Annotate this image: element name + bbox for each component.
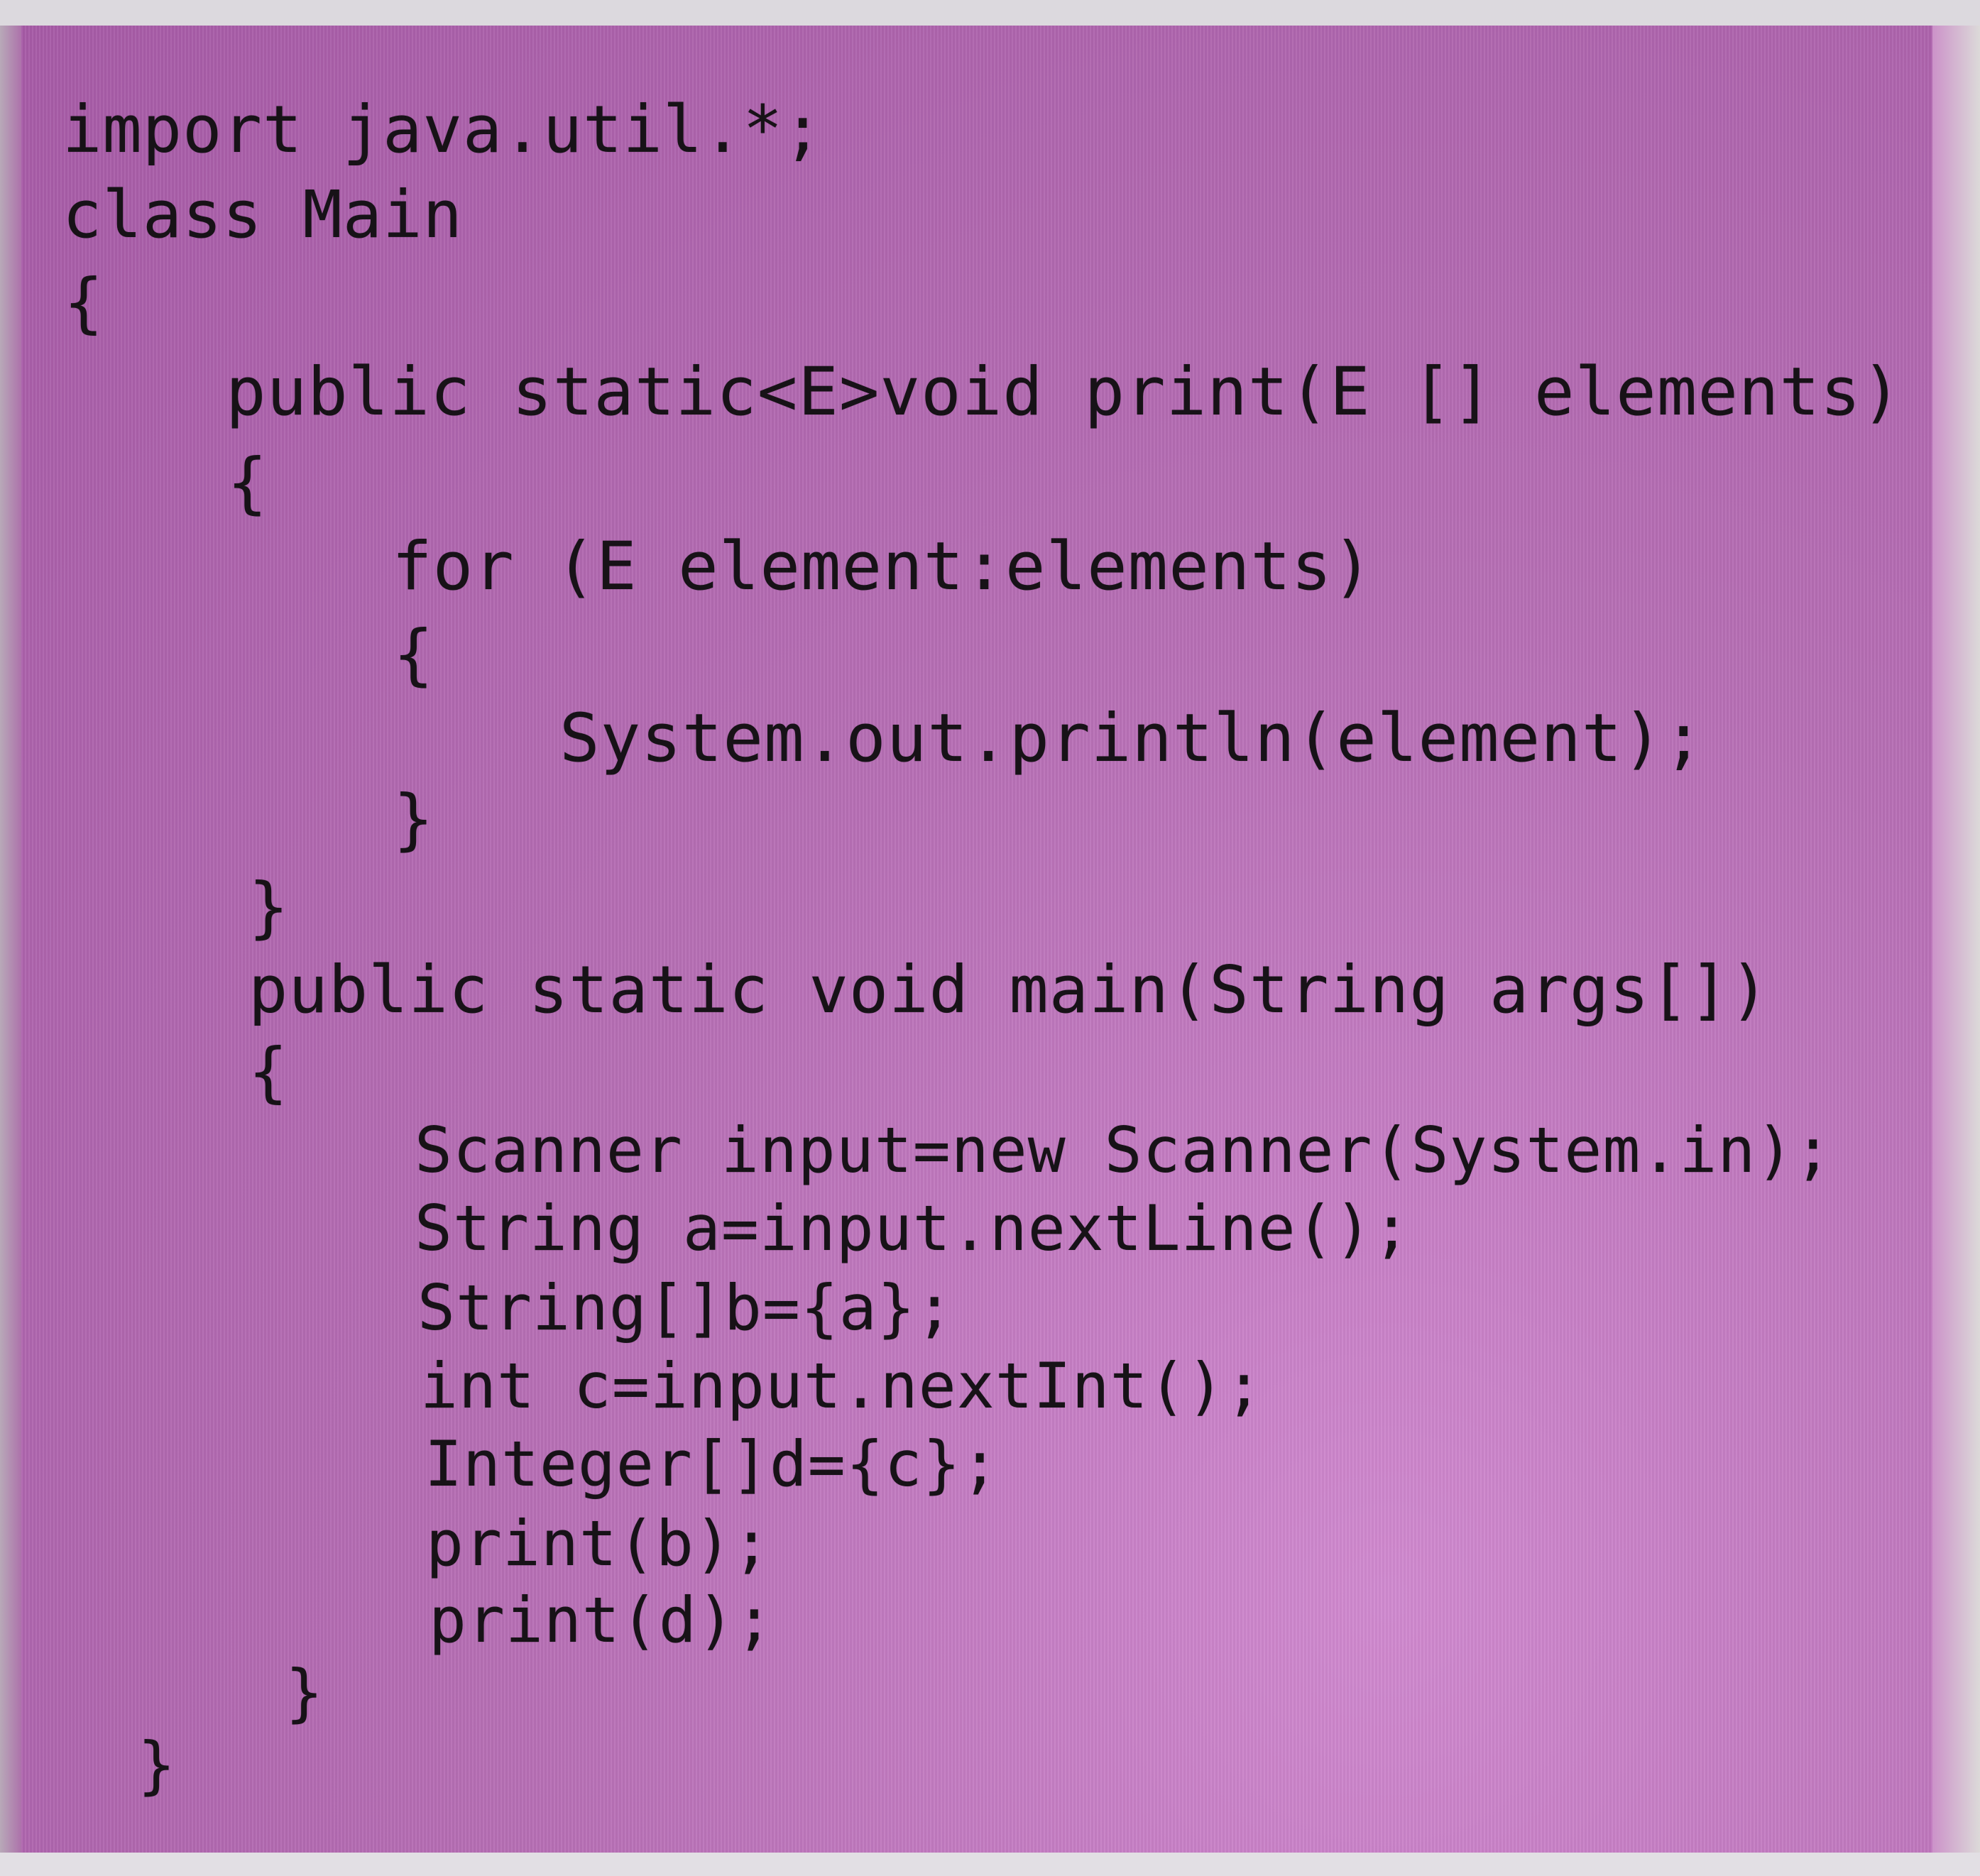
code-line: { — [393, 616, 434, 693]
code-line: } — [393, 781, 434, 858]
code-line: } — [285, 1656, 324, 1729]
code-line: class Main — [62, 177, 463, 253]
code-text: import java.util.*; class Main { public … — [0, 0, 1980, 1876]
code-line: } — [138, 1728, 176, 1801]
code-line: import java.util.*; — [62, 92, 824, 168]
code-line: print(d); — [429, 1584, 774, 1657]
code-line: public static<E>void print(E [] elements… — [226, 353, 1903, 431]
code-line: { — [227, 444, 268, 522]
code-line: { — [64, 265, 104, 341]
code-line: String a=input.nextLine(); — [415, 1192, 1411, 1265]
code-line: for (E element:elements) — [392, 528, 1374, 605]
code-line: } — [248, 869, 290, 946]
code-line: Integer[]d={c}; — [425, 1427, 1000, 1501]
code-line: System.out.println(element); — [559, 700, 1705, 777]
code-line: int c=input.nextInt(); — [420, 1349, 1264, 1422]
code-line: print(b); — [426, 1507, 771, 1580]
code-line: public static void main(String args[]) — [248, 952, 1770, 1028]
code-line: { — [248, 1034, 289, 1110]
code-line: String[]b={a}; — [417, 1271, 954, 1344]
code-line: Scanner input=new Scanner(System.in); — [415, 1114, 1833, 1187]
